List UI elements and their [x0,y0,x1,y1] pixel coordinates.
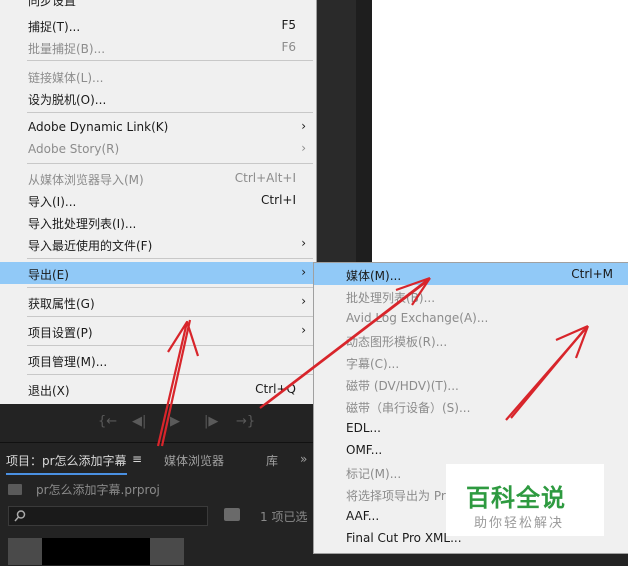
tab-library[interactable]: 库 [266,452,278,469]
tab-project[interactable]: 项目：pr怎么添加字幕 [6,452,127,475]
step-forward-icon[interactable]: |▶ [204,414,218,429]
menu-item-link-media[interactable]: 链接媒体(L)... [0,65,316,87]
chevron-right-icon: › [301,119,306,133]
go-to-out-icon[interactable]: →} [236,414,255,429]
menu-item-import-batch-list[interactable]: 导入批处理列表(I)... [0,211,316,233]
menu-item-batch-capture[interactable]: 批量捕捉(B)... F6 [0,36,316,58]
selection-count: 1 项已选 [260,510,308,524]
panel-menu-icon[interactable]: ≡ [132,452,142,466]
tab-media-browser[interactable]: 媒体浏览器 [164,452,224,469]
menu-separator [27,112,313,113]
submenu-item-captions[interactable]: 字幕(C)... [314,351,628,373]
chevron-right-icon: › [301,265,306,279]
menu-item-capture[interactable]: 捕捉(T)... F5 [0,14,316,36]
new-bin-icon[interactable] [224,508,240,521]
menu-item-dynamic-link[interactable]: Adobe Dynamic Link(K) › [0,116,316,138]
step-back-icon[interactable]: ◀| [132,414,146,429]
project-file-name: pr怎么添加字幕.prproj [36,483,160,497]
play-icon[interactable]: ▶ [170,414,180,429]
menu-item-project-manager[interactable]: 项目管理(M)... [0,349,316,371]
menu-separator [27,345,313,346]
submenu-item-tape-serial[interactable]: 磁带（串行设备）(S)... [314,395,628,417]
submenu-item-motion-graphics[interactable]: 动态图形模板(R)... [314,329,628,351]
submenu-item-omf[interactable]: OMF... [314,439,628,461]
chevron-right-icon: › [301,141,306,155]
menu-separator [27,374,313,375]
file-menu: 同步设置 捕捉(T)... F5 批量捕捉(B)... F6 链接媒体(L)... … [0,0,317,404]
menu-item-export[interactable]: 导出(E) › [0,262,316,284]
menu-separator [27,60,313,61]
menu-separator [27,258,313,259]
menu-item-import-media-browser[interactable]: 从媒体浏览器导入(M) Ctrl+Alt+I [0,167,316,189]
watermark-logo: 百科全说 助你轻松解决 [446,464,604,536]
menu-separator [27,316,313,317]
menu-item-cut-off[interactable]: 同步设置 [28,0,76,9]
menu-item-get-properties[interactable]: 获取属性(G) › [0,291,316,313]
chevron-right-icon: › [301,323,306,337]
folder-icon [8,484,22,495]
chevron-right-icon: › [301,294,306,308]
submenu-item-tape-dv[interactable]: 磁带 (DV/HDV)(T)... [314,373,628,395]
menu-item-import[interactable]: 导入(I)... Ctrl+I [0,189,316,211]
submenu-item-avid-log[interactable]: Avid Log Exchange(A)... [314,307,628,329]
menu-item-project-settings[interactable]: 项目设置(P) › [0,320,316,342]
scrollbar-track[interactable] [356,0,372,262]
submenu-item-batch-list[interactable]: 批处理列表(B)... [314,285,628,307]
menu-separator [27,163,313,164]
transport-bar: {← ◀| ▶ |▶ →} [0,404,316,440]
chevron-right-icon: › [301,236,306,250]
menu-item-adobe-story[interactable]: Adobe Story(R) › [0,138,316,160]
clip-thumbnail[interactable] [8,538,42,565]
clip-thumbnail-2[interactable] [150,538,184,565]
menu-separator [27,287,313,288]
watermark-subtitle: 助你轻松解决 [474,516,565,531]
menu-item-exit[interactable]: 退出(X) Ctrl+Q [0,378,316,400]
menu-item-import-recent[interactable]: 导入最近使用的文件(F) › [0,233,316,255]
watermark-title: 百科全说 [466,484,566,512]
panel-overflow-icon[interactable]: » [300,452,307,466]
submenu-item-media[interactable]: 媒体(M)... Ctrl+M [314,263,628,285]
submenu-item-edl[interactable]: EDL... [314,417,628,439]
project-panel-tabs: 项目：pr怎么添加字幕 ≡ 媒体浏览器 库 » [0,446,316,475]
search-input[interactable] [8,506,208,526]
go-to-in-icon[interactable]: {← [98,414,117,429]
menu-item-make-offline[interactable]: 设为脱机(O)... [0,87,316,109]
search-icon [14,510,26,522]
clip-thumbnail-preview[interactable] [42,538,150,565]
